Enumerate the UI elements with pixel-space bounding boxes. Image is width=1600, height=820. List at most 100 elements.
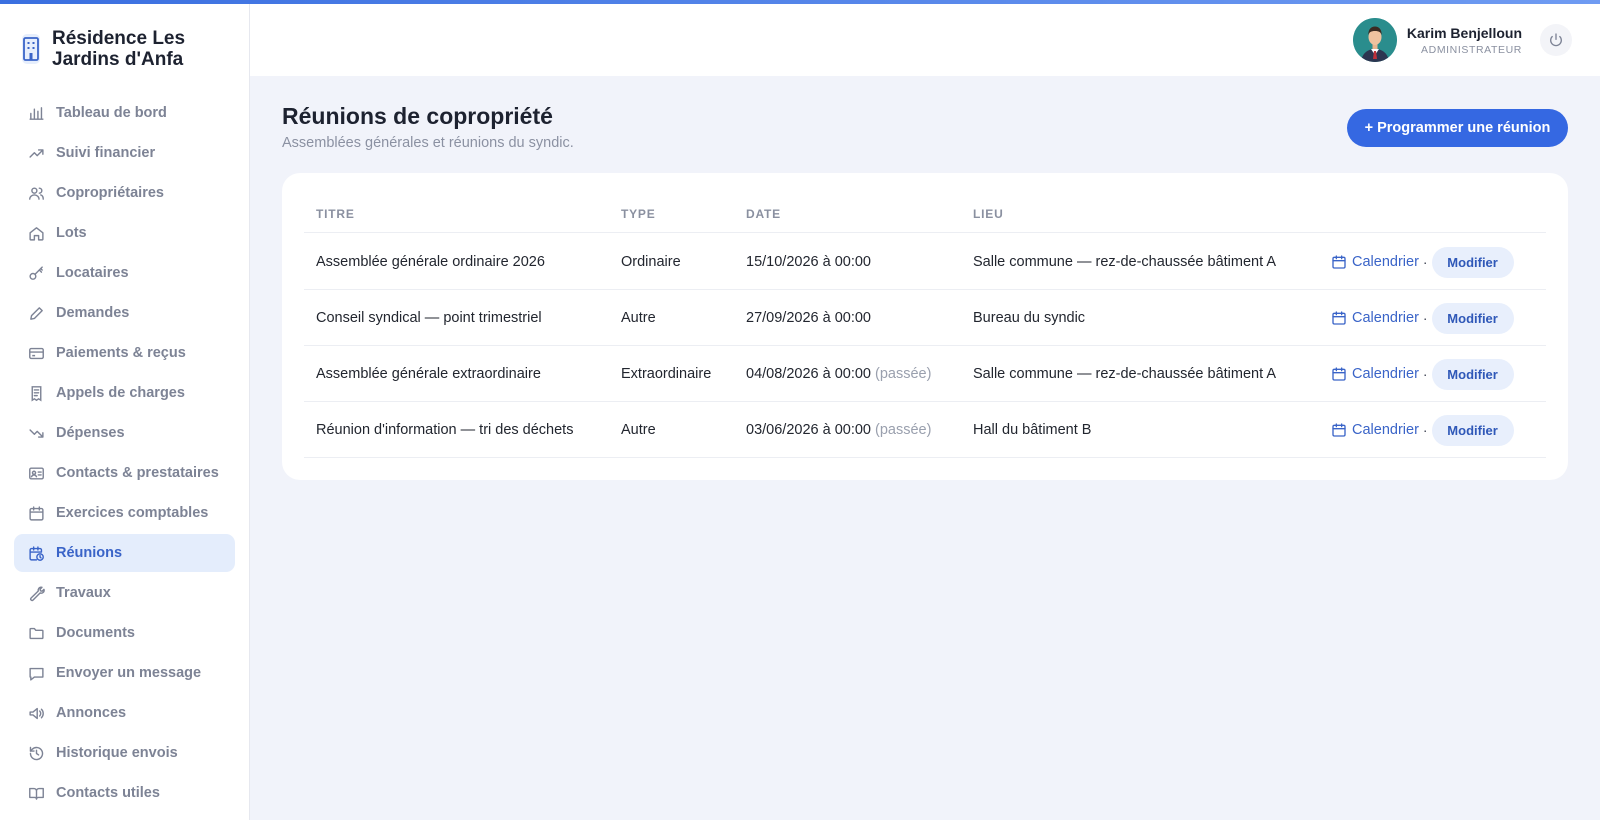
- calendar-icon: [29, 505, 44, 521]
- brand: Résidence Les Jardins d'Anfa: [22, 28, 237, 70]
- modify-button[interactable]: Modifier: [1431, 414, 1514, 446]
- sidebar-item-contacts-prestataires[interactable]: Contacts & prestataires: [14, 454, 235, 492]
- cell-lieu: Hall du bâtiment B: [973, 422, 1092, 438]
- separator: ·: [1422, 422, 1428, 438]
- table-header: TITRE TYPE DATE LIEU: [304, 203, 1546, 233]
- sidebar-item-label: Locataires: [56, 265, 129, 281]
- calendar-icon: [1332, 367, 1346, 381]
- sidebar-item-demandes[interactable]: Demandes: [14, 294, 235, 332]
- user-role: ADMINISTRATEUR: [1421, 43, 1522, 56]
- calendar-link-label: Calendrier: [1352, 366, 1419, 382]
- row-actions: Calendrier · Modifier: [1331, 290, 1514, 346]
- sidebar-item-label: Historique envois: [56, 745, 178, 761]
- past-tag: (passée): [874, 366, 932, 382]
- building-icon: [22, 34, 40, 64]
- cell-type: Ordinaire: [621, 254, 681, 270]
- modify-button[interactable]: Modifier: [1431, 302, 1514, 334]
- brand-name: Résidence Les Jardins d'Anfa: [52, 28, 186, 70]
- history-icon: [29, 746, 44, 760]
- modify-button[interactable]: Modifier: [1431, 246, 1514, 278]
- cell-titre: Réunion d'information — tri des déchets: [316, 422, 574, 438]
- top-header: Karim Benjelloun ADMINISTRATEUR: [250, 4, 1600, 76]
- sidebar-item-label: Copropriétaires: [56, 185, 164, 201]
- sidebar-item-coproprietaires[interactable]: Copropriétaires: [14, 174, 235, 212]
- home-icon: [29, 226, 44, 241]
- folder-icon: [29, 627, 44, 639]
- sidebar-item-label: Travaux: [56, 585, 111, 601]
- cell-date: 27/09/2026 à 00:00: [746, 290, 875, 346]
- sidebar-item-label: Demandes: [56, 305, 130, 321]
- calendar-icon: [1332, 255, 1346, 269]
- sidebar-item-exercices-comptables[interactable]: Exercices comptables: [14, 494, 235, 532]
- table-row: Assemblée générale extraordinaire Extrao…: [304, 346, 1546, 402]
- sidebar-item-label: Réunions: [56, 545, 123, 561]
- sidebar-item-envoyer-message[interactable]: Envoyer un message: [14, 654, 235, 692]
- modify-button[interactable]: Modifier: [1431, 358, 1514, 390]
- sidebar-item-label: Annonces: [56, 705, 127, 721]
- sidebar-item-label: Documents: [56, 625, 135, 641]
- sidebar: Résidence Les Jardins d'Anfa Tableau de …: [0, 4, 250, 820]
- sidebar-item-locataires[interactable]: Locataires: [14, 254, 235, 292]
- user-menu[interactable]: Karim Benjelloun ADMINISTRATEUR: [1352, 18, 1522, 62]
- cell-lieu: Salle commune — rez-de-chaussée bâtiment…: [973, 366, 1277, 382]
- sidebar-item-paiements[interactable]: Paiements & reçus: [14, 334, 235, 372]
- sidebar-item-historique-envois[interactable]: Historique envois: [14, 734, 235, 772]
- table-row: Assemblée générale ordinaire 2026 Ordina…: [304, 234, 1546, 290]
- sidebar-item-travaux[interactable]: Travaux: [14, 574, 235, 612]
- cell-lieu: Salle commune — rez-de-chaussée bâtiment…: [973, 254, 1277, 270]
- meetings-table-card: TITRE TYPE DATE LIEU Assemblée générale …: [282, 173, 1568, 480]
- column-header-titre: TITRE: [316, 207, 355, 221]
- sidebar-item-label: Envoyer un message: [56, 665, 202, 681]
- sidebar-item-suivi-financier[interactable]: Suivi financier: [14, 134, 235, 172]
- sidebar-item-label: Exercices comptables: [56, 505, 209, 521]
- sidebar-item-depenses[interactable]: Dépenses: [14, 414, 235, 452]
- page-subtitle: Assemblées générales et réunions du synd…: [282, 135, 574, 151]
- trend-up-icon: [29, 148, 44, 158]
- sidebar-item-contacts-utiles[interactable]: Contacts utiles: [14, 774, 235, 812]
- column-header-lieu: LIEU: [973, 207, 1004, 221]
- user-name: Karim Benjelloun: [1406, 24, 1522, 41]
- sidebar-item-tableau-de-bord[interactable]: Tableau de bord: [14, 94, 235, 132]
- wrench-icon: [30, 586, 45, 601]
- separator: ·: [1422, 310, 1428, 326]
- cell-type: Extraordinaire: [621, 366, 712, 382]
- logout-button[interactable]: [1540, 24, 1572, 56]
- row-actions: Calendrier · Modifier: [1331, 402, 1514, 458]
- sidebar-item-reunions[interactable]: Réunions: [14, 534, 235, 572]
- cell-date: 04/08/2026 à 00:00 (passée): [746, 346, 931, 402]
- power-icon: [1550, 33, 1562, 47]
- calendar-link[interactable]: Calendrier: [1331, 254, 1419, 270]
- table-row: Réunion d'information — tri des déchets …: [304, 402, 1546, 458]
- bar-chart-icon: [29, 106, 44, 120]
- sidebar-item-label: Contacts & prestataires: [56, 465, 219, 481]
- cell-titre: Assemblée générale ordinaire 2026: [316, 254, 545, 270]
- message-icon: [29, 667, 44, 681]
- cell-date: 03/06/2026 à 00:00 (passée): [746, 402, 931, 458]
- add-meeting-button[interactable]: + Programmer une réunion: [1347, 109, 1568, 147]
- calendar-link-label: Calendrier: [1352, 254, 1419, 270]
- date-value: 03/06/2026 à 00:00: [746, 422, 871, 438]
- row-actions: Calendrier · Modifier: [1331, 234, 1514, 290]
- cell-type: Autre: [621, 310, 656, 326]
- page-title: Réunions de copropriété: [282, 103, 553, 129]
- calendar-icon: [1332, 423, 1346, 437]
- separator: ·: [1422, 366, 1428, 382]
- sidebar-item-annonces[interactable]: Annonces: [14, 694, 235, 732]
- calendar-link-label: Calendrier: [1352, 422, 1419, 438]
- date-value: 04/08/2026 à 00:00: [746, 366, 871, 382]
- cell-titre: Conseil syndical — point trimestriel: [316, 310, 542, 326]
- calendar-link[interactable]: Calendrier: [1331, 422, 1419, 438]
- sidebar-item-label: Dépenses: [56, 425, 125, 441]
- top-accent-bar: [0, 0, 1600, 4]
- calendar-link-label: Calendrier: [1352, 310, 1419, 326]
- sidebar-item-lots[interactable]: Lots: [14, 214, 235, 252]
- users-icon: [29, 186, 44, 200]
- sidebar-item-documents[interactable]: Documents: [14, 614, 235, 652]
- credit-card-icon: [29, 347, 44, 359]
- sidebar-item-appels-de-charges[interactable]: Appels de charges: [14, 374, 235, 412]
- calendar-link[interactable]: Calendrier: [1331, 366, 1419, 382]
- trend-down-icon: [29, 428, 44, 438]
- contact-card-icon: [29, 466, 44, 480]
- calendar-link[interactable]: Calendrier: [1331, 310, 1419, 326]
- sidebar-item-label: Tableau de bord: [56, 105, 167, 121]
